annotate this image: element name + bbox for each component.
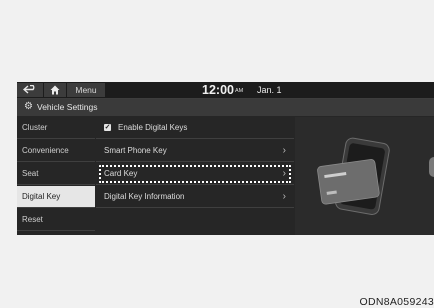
enable-digital-keys-checkbox[interactable]: ✓ xyxy=(104,124,111,131)
clock-time: 12:00 xyxy=(202,83,234,97)
enable-digital-keys-row[interactable]: ✓ Enable Digital Keys xyxy=(96,117,294,139)
title-bar: ⚙ Vehicle Settings xyxy=(17,99,434,116)
smart-phone-key-label: Smart Phone Key xyxy=(104,146,167,155)
card-key-highlight xyxy=(99,165,291,183)
digital-key-information-label: Digital Key Information xyxy=(104,192,185,201)
gear-icon: ⚙ xyxy=(24,101,33,112)
settings-sidebar: Cluster Convenience Seat Digital Key Res… xyxy=(17,117,95,235)
home-button[interactable] xyxy=(44,83,66,97)
phone-and-card-illustration xyxy=(317,137,390,215)
sidebar-item-digital-key[interactable]: Digital Key xyxy=(17,186,95,208)
smart-phone-key-row[interactable]: Smart Phone Key › xyxy=(96,140,294,162)
enable-digital-keys-label: Enable Digital Keys xyxy=(118,123,188,132)
menu-button[interactable]: Menu xyxy=(67,83,105,97)
infotainment-screen: Menu 12:00 AM Jan. 1 ⚙ Vehicle Settings … xyxy=(17,82,434,235)
top-bar: Menu 12:00 AM Jan. 1 xyxy=(17,82,434,99)
sidebar-item-reset[interactable]: Reset xyxy=(17,209,95,231)
card-key-row[interactable]: Card Key › xyxy=(96,163,294,185)
digital-key-settings-list: ✓ Enable Digital Keys Smart Phone Key › … xyxy=(96,117,294,235)
sidebar-item-cluster[interactable]: Cluster xyxy=(17,117,95,139)
chevron-right-icon: › xyxy=(282,145,286,156)
back-button[interactable] xyxy=(17,83,43,97)
digital-key-preview xyxy=(295,117,434,235)
image-code: ODN8A059243 xyxy=(359,296,434,308)
digital-key-information-row[interactable]: Digital Key Information › xyxy=(96,186,294,208)
sidebar-item-seat[interactable]: Seat xyxy=(17,163,95,185)
page-title: Vehicle Settings xyxy=(37,102,98,112)
clock-ampm: AM xyxy=(235,88,244,94)
home-icon xyxy=(50,85,60,95)
clock-date: Jan. 1 xyxy=(257,85,282,95)
back-icon xyxy=(23,85,35,94)
sidebar-item-convenience[interactable]: Convenience xyxy=(17,140,95,162)
chevron-right-icon: › xyxy=(282,191,286,202)
edge-handle[interactable] xyxy=(429,157,434,177)
